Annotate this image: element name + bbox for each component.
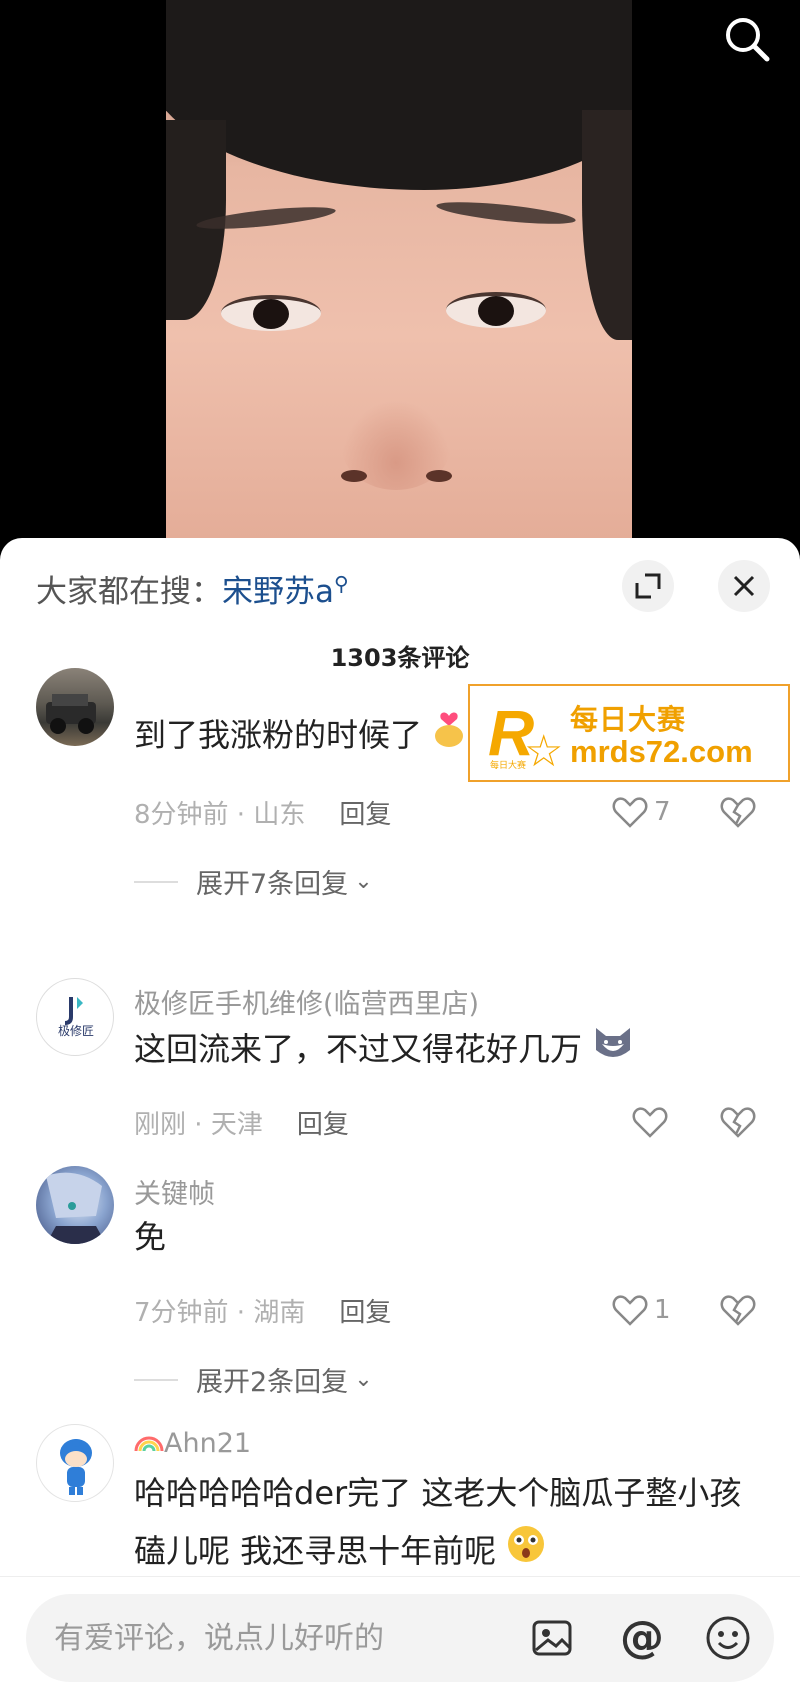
video-frame bbox=[166, 0, 632, 560]
video-hair bbox=[166, 0, 632, 190]
like-button[interactable] bbox=[632, 1106, 668, 1138]
shocked-emoji-icon bbox=[506, 1524, 546, 1582]
hot-search-icon: ⚲ bbox=[334, 571, 349, 596]
comment-text: 这回流来了，不过又得花好几万 bbox=[134, 1020, 634, 1080]
emoji-icon[interactable] bbox=[702, 1612, 754, 1664]
comment-count: 1303条评论 bbox=[330, 644, 470, 672]
reply-button[interactable]: 回复 bbox=[339, 800, 391, 830]
avatar[interactable] bbox=[36, 1424, 114, 1502]
username[interactable]: 极修匠手机维修(临营西里店) bbox=[134, 982, 479, 1021]
ad-title: 每日大赛 bbox=[570, 703, 687, 736]
avatar[interactable] bbox=[36, 668, 114, 746]
username[interactable]: Ahn21 bbox=[134, 1428, 251, 1460]
comment-meta: 刚刚 · 天津 回复 bbox=[134, 1110, 349, 1140]
hot-search-prefix: 大家都在搜： bbox=[36, 574, 222, 610]
comment-input[interactable] bbox=[54, 1594, 524, 1682]
husky-emoji-icon bbox=[592, 1022, 634, 1080]
hot-search-term[interactable]: 宋野苏a bbox=[222, 574, 334, 610]
hot-search[interactable]: 大家都在搜：宋野苏a⚲ bbox=[36, 566, 349, 611]
broken-heart-icon[interactable] bbox=[720, 1106, 756, 1142]
expand-icon[interactable] bbox=[622, 560, 674, 612]
heart-icon bbox=[612, 1295, 648, 1326]
comment-text: 免 bbox=[134, 1218, 167, 1256]
ad-banner[interactable]: R ☆ 每日大赛 每日大赛 mrds72.com bbox=[468, 684, 790, 782]
close-icon[interactable] bbox=[718, 560, 770, 612]
mention-icon[interactable]: @ bbox=[616, 1612, 668, 1664]
chevron-down-icon: ⌄ bbox=[354, 869, 373, 894]
expand-replies-button[interactable]: 展开2条回复 ⌄ bbox=[134, 1360, 373, 1399]
image-icon[interactable] bbox=[526, 1612, 578, 1664]
heart-hands-emoji-icon bbox=[432, 708, 466, 766]
reply-button[interactable]: 回复 bbox=[339, 1298, 391, 1328]
like-count: 1 bbox=[654, 1295, 671, 1325]
rainbow-icon bbox=[134, 1429, 164, 1460]
broken-heart-icon[interactable] bbox=[720, 796, 756, 832]
comment-sheet: 大家都在搜：宋野苏a⚲ 1303条评论 R ☆ 每日大赛 每日大赛 mrds72… bbox=[0, 538, 800, 1700]
chevron-down-icon: ⌄ bbox=[354, 1367, 373, 1392]
comment-meta: 7分钟前 · 湖南 回复 bbox=[134, 1298, 392, 1328]
search-icon[interactable] bbox=[722, 14, 772, 64]
avatar[interactable]: 极修匠 bbox=[36, 978, 114, 1056]
comment-meta: 8分钟前 · 山东 回复 bbox=[134, 800, 392, 830]
heart-icon bbox=[612, 797, 648, 828]
like-count: 7 bbox=[654, 797, 671, 827]
expand-replies-button[interactable]: 展开7条回复 ⌄ bbox=[134, 862, 373, 901]
comment-input-bar[interactable]: @ bbox=[26, 1594, 774, 1682]
reply-button[interactable]: 回复 bbox=[297, 1110, 349, 1140]
like-button[interactable]: 1 bbox=[612, 1294, 671, 1326]
username[interactable]: 关键帧 bbox=[134, 1172, 215, 1211]
comment-text-line2: 磕儿呢 我还寻思十年前呢 bbox=[134, 1522, 546, 1582]
ad-url: mrds72.com bbox=[570, 734, 753, 769]
ad-logo: R ☆ 每日大赛 bbox=[488, 697, 564, 777]
like-button[interactable]: 7 bbox=[612, 796, 671, 828]
comment-text: 哈哈哈哈哈der完了 这老大个脑瓜子整小孩 bbox=[134, 1474, 742, 1512]
svg-text:极修匠: 极修匠 bbox=[58, 1023, 94, 1038]
broken-heart-icon[interactable] bbox=[720, 1294, 756, 1330]
heart-icon bbox=[632, 1107, 668, 1138]
video-player[interactable] bbox=[0, 0, 800, 560]
avatar[interactable] bbox=[36, 1166, 114, 1244]
comment-text: 到了我涨粉的时候了 bbox=[134, 706, 466, 766]
